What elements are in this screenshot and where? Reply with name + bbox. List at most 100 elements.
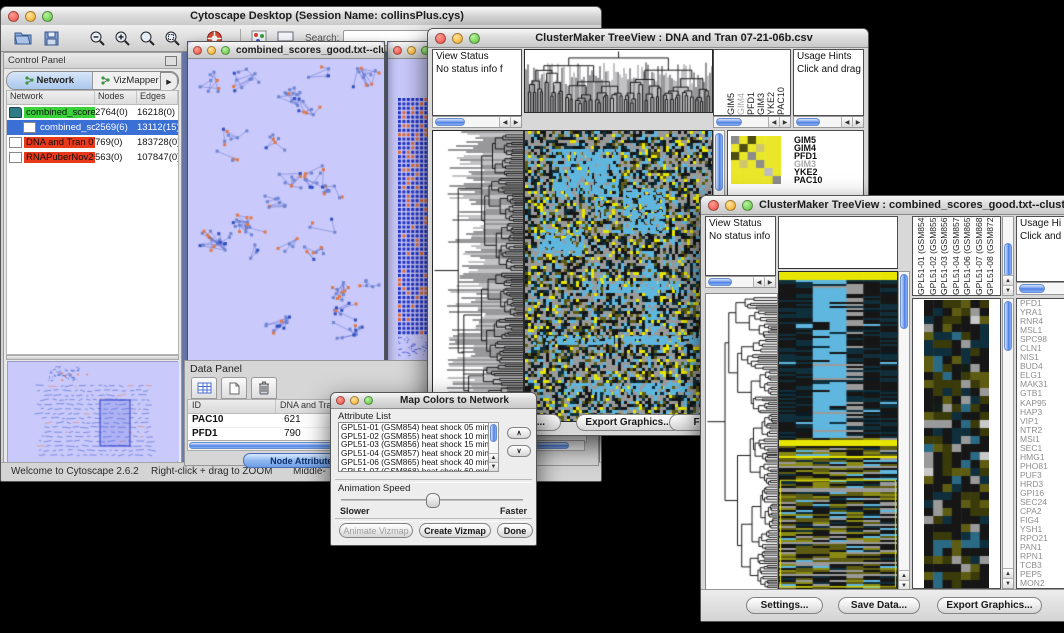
- tv2-genelist-vscrollbar[interactable]: ▲ ▼: [1002, 298, 1014, 589]
- tv2-status-hscrollbar[interactable]: ◀ ▶: [705, 276, 776, 288]
- dialog-action-button[interactable]: Animate Vizmap: [339, 523, 413, 538]
- network-list-header[interactable]: Network Nodes Edges: [7, 91, 178, 105]
- scrollbar-thumb[interactable]: [490, 424, 497, 442]
- scroll-left-arrow[interactable]: ◀: [499, 117, 510, 127]
- move-down-button[interactable]: ∨: [507, 445, 531, 457]
- save-icon[interactable]: [41, 28, 61, 48]
- zoom-button[interactable]: [42, 11, 53, 22]
- zoom-button[interactable]: [469, 33, 480, 44]
- close-button[interactable]: [193, 46, 202, 55]
- tv2-heatmap-vscrollbar[interactable]: ▲ ▼: [898, 271, 910, 591]
- scroll-left-arrow[interactable]: ◀: [768, 117, 779, 127]
- tv2-labels-vscrollbar[interactable]: ▲ ▼: [1002, 216, 1014, 296]
- treeview-action-button[interactable]: Save Data...: [838, 597, 920, 614]
- close-button[interactable]: [708, 200, 719, 211]
- network-row[interactable]: combined_scores 2764(0) 16218(0): [7, 105, 178, 120]
- minimize-button[interactable]: [350, 396, 359, 405]
- minimize-button[interactable]: [725, 200, 736, 211]
- treeview-action-button[interactable]: Export Graphics...: [937, 597, 1042, 614]
- close-button[interactable]: [8, 11, 19, 22]
- network-overview-canvas[interactable]: [8, 362, 179, 461]
- id-column-header[interactable]: ID: [188, 400, 276, 413]
- network-view-titlebar[interactable]: combined_scores_good.txt--cluste...: [188, 42, 384, 59]
- scroll-up-arrow[interactable]: ▲: [1003, 568, 1013, 578]
- open-file-icon[interactable]: [13, 28, 33, 48]
- scrollbar-thumb[interactable]: [435, 118, 465, 126]
- close-button[interactable]: [393, 46, 402, 55]
- col-edges[interactable]: Edges: [137, 91, 178, 104]
- main-titlebar[interactable]: Cytoscape Desktop (Session Name: collins…: [1, 7, 601, 26]
- scroll-down-arrow[interactable]: ▼: [489, 462, 498, 471]
- minimize-button[interactable]: [25, 11, 36, 22]
- scroll-up-arrow[interactable]: ▲: [489, 453, 498, 462]
- scroll-down-arrow[interactable]: ▼: [1003, 578, 1013, 588]
- col-nodes[interactable]: Nodes: [95, 91, 137, 104]
- col-network[interactable]: Network: [7, 91, 95, 104]
- treeview1-titlebar[interactable]: ClusterMaker TreeView : DNA and Tran 07-…: [428, 29, 868, 48]
- treeview2-titlebar[interactable]: ClusterMaker TreeView : combined_scores_…: [701, 196, 1064, 215]
- attribute-list-item[interactable]: GPL51-07 (GSM868) heat shock 60 min: [339, 467, 498, 472]
- dialog-action-button[interactable]: Done: [497, 523, 533, 538]
- scroll-down-arrow[interactable]: ▼: [1003, 285, 1013, 295]
- panel-splitter[interactable]: [6, 355, 179, 360]
- attribute-list-vscrollbar[interactable]: ▲ ▼: [488, 422, 499, 472]
- zoom-fit-icon[interactable]: [137, 28, 157, 48]
- zoom-button[interactable]: [742, 200, 753, 211]
- scroll-up-arrow[interactable]: ▲: [899, 570, 909, 580]
- network-overview-panel[interactable]: [7, 361, 178, 464]
- minimize-button[interactable]: [407, 46, 416, 55]
- tv2-zoom-heatmap[interactable]: [924, 300, 989, 588]
- tv1-labels-hscrollbar[interactable]: ◀ ▶: [713, 116, 791, 128]
- tv1-status-hscrollbar[interactable]: ◀ ▶: [432, 116, 522, 128]
- scrollbar-thumb[interactable]: [796, 118, 820, 126]
- zoom-button[interactable]: [364, 396, 373, 405]
- network-row[interactable]: RNAPuberNov2+ 563(0) 107847(0): [7, 150, 178, 165]
- scrollbar-thumb[interactable]: [900, 274, 908, 329]
- gene-label[interactable]: MON2: [1020, 579, 1064, 588]
- tv2-column-tree-area[interactable]: [778, 216, 898, 269]
- select-attributes-button[interactable]: [191, 377, 217, 399]
- attribute-list[interactable]: GPL51-01 (GSM854) heat shock 05 minGPL51…: [338, 422, 499, 472]
- zoom-out-icon[interactable]: [87, 28, 107, 48]
- scrollbar-thumb[interactable]: [1004, 301, 1012, 351]
- new-attribute-button[interactable]: [221, 377, 247, 399]
- scrollbar-thumb[interactable]: [716, 118, 742, 126]
- float-panel-icon[interactable]: [165, 56, 177, 66]
- network-row[interactable]: DNA and Tran 07 769(0) 183728(0): [7, 135, 178, 150]
- scrollbar-thumb[interactable]: [1019, 284, 1045, 293]
- zoom-in-icon[interactable]: [112, 28, 132, 48]
- tv2-usage-hscrollbar[interactable]: [1016, 282, 1064, 295]
- scrollbar-thumb[interactable]: [715, 133, 723, 191]
- zoom-selected-icon[interactable]: [162, 28, 182, 48]
- tv2-main-heatmap[interactable]: [778, 271, 898, 591]
- tv1-main-heatmap[interactable]: [524, 130, 713, 422]
- tv2-row-dendrogram[interactable]: [705, 293, 778, 591]
- scroll-right-arrow[interactable]: ▶: [852, 117, 863, 127]
- scroll-left-arrow[interactable]: ◀: [841, 117, 852, 127]
- tv1-row-dendrogram[interactable]: [432, 130, 524, 422]
- tv1-column-dendrogram[interactable]: [524, 49, 713, 113]
- tv1-usage-hscrollbar[interactable]: ◀ ▶: [793, 116, 864, 128]
- scroll-right-arrow[interactable]: ▶: [764, 277, 775, 287]
- network-row[interactable]: combined_sco 2569(6) 13112(15): [7, 120, 178, 135]
- scrollbar-thumb[interactable]: [1004, 243, 1012, 277]
- scrollbar-thumb[interactable]: [708, 278, 732, 286]
- scroll-up-arrow[interactable]: ▲: [1003, 275, 1013, 285]
- network-view-canvas[interactable]: [188, 59, 382, 366]
- dialog-titlebar[interactable]: Map Colors to Network: [331, 393, 536, 409]
- slider-thumb[interactable]: [426, 493, 440, 508]
- minimize-button[interactable]: [207, 46, 216, 55]
- tab-overflow-button[interactable]: ▶: [160, 72, 178, 91]
- minimize-button[interactable]: [452, 33, 463, 44]
- scroll-right-arrow[interactable]: ▶: [779, 117, 790, 127]
- dialog-action-button[interactable]: Create Vizmap: [419, 523, 491, 538]
- close-button[interactable]: [336, 396, 345, 405]
- scroll-left-arrow[interactable]: ◀: [753, 277, 764, 287]
- tv1-zoom-heatmap[interactable]: [731, 136, 781, 184]
- tv2-gene-list[interactable]: PFD1YRA1RNR4MSL1SPC98CLN1NIS1BUD4ELG1MAK…: [1016, 298, 1064, 589]
- treeview-action-button[interactable]: Settings...: [746, 597, 823, 614]
- move-up-button[interactable]: ∧: [507, 427, 531, 439]
- zoom-button[interactable]: [221, 46, 230, 55]
- delete-attribute-button[interactable]: [251, 377, 277, 399]
- scroll-right-arrow[interactable]: ▶: [510, 117, 521, 127]
